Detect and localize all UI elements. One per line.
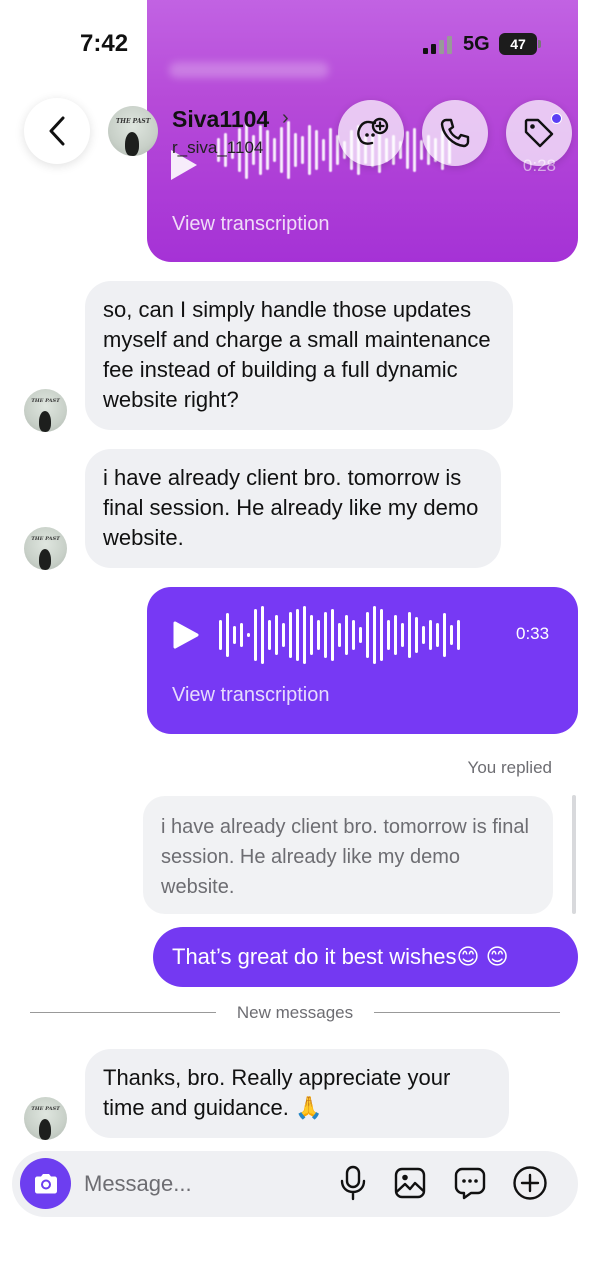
waveform-bar bbox=[226, 613, 229, 657]
waveform-bar bbox=[415, 617, 418, 653]
avatar-figure bbox=[39, 411, 51, 432]
waveform-bar bbox=[310, 615, 313, 655]
microphone-button[interactable] bbox=[334, 1164, 372, 1202]
avatar-text: THE PAST bbox=[31, 398, 60, 404]
gallery-button[interactable] bbox=[391, 1164, 429, 1202]
waveform-bar bbox=[324, 612, 327, 658]
battery-tip bbox=[538, 40, 541, 48]
avatar-text: THE PAST bbox=[115, 118, 151, 125]
phone-icon bbox=[440, 118, 470, 148]
reply-label: You replied bbox=[467, 758, 552, 777]
waveform-bar bbox=[457, 620, 460, 650]
waveform-bar bbox=[429, 620, 432, 650]
view-transcription-link[interactable]: View transcription bbox=[172, 684, 329, 707]
waveform-bar bbox=[401, 623, 404, 647]
signal-icon bbox=[423, 36, 452, 54]
waveform-bar bbox=[373, 606, 376, 664]
waveform-bar bbox=[352, 620, 355, 650]
waveform-bar bbox=[254, 609, 257, 661]
waveform-bar bbox=[345, 615, 348, 655]
avatar-text: THE PAST bbox=[31, 536, 60, 542]
waveform-bar bbox=[450, 625, 453, 645]
status-bar: 7:42 5G 47 bbox=[0, 0, 590, 90]
waveform-bar bbox=[338, 623, 341, 647]
game-controller-icon bbox=[357, 117, 389, 145]
camera-icon bbox=[34, 1173, 57, 1193]
contact-name[interactable]: Siva1104 bbox=[172, 106, 269, 133]
quoted-message[interactable]: i have already client bro. tomorrow is f… bbox=[143, 796, 553, 914]
received-message[interactable]: i have already client bro. tomorrow is f… bbox=[85, 449, 501, 568]
plus-icon bbox=[513, 1166, 547, 1200]
notification-dot bbox=[551, 113, 562, 124]
waveform-bar bbox=[296, 609, 299, 661]
waveform-bar bbox=[268, 620, 271, 650]
status-time: 7:42 bbox=[80, 30, 129, 57]
voice-waveform bbox=[219, 605, 460, 665]
waveform-bar bbox=[408, 612, 411, 658]
waveform-bar bbox=[303, 606, 306, 664]
tag-button[interactable] bbox=[506, 100, 572, 166]
back-icon bbox=[49, 116, 65, 146]
gallery-icon bbox=[394, 1167, 426, 1199]
avatar-figure bbox=[39, 549, 51, 570]
chevron-right-icon[interactable]: › bbox=[282, 107, 289, 130]
waveform-bar bbox=[289, 612, 292, 658]
message-text: Thanks, bro. Really appreciate your time… bbox=[103, 1065, 451, 1120]
avatar[interactable]: THE PAST bbox=[24, 389, 67, 432]
waveform-bar bbox=[233, 626, 236, 644]
waveform-bar bbox=[282, 623, 285, 647]
back-button[interactable] bbox=[24, 98, 90, 164]
sticker-button[interactable] bbox=[451, 1164, 489, 1202]
waveform-bar bbox=[219, 620, 222, 650]
avatar-figure bbox=[39, 1119, 51, 1140]
message-text: so, can I simply handle those updates my… bbox=[103, 297, 491, 412]
avatar-figure bbox=[125, 132, 139, 156]
avatar-text: THE PAST bbox=[31, 1106, 60, 1112]
game-button[interactable] bbox=[338, 100, 404, 166]
network-label: 5G bbox=[463, 33, 490, 55]
received-message[interactable]: Thanks, bro. Really appreciate your time… bbox=[85, 1049, 509, 1138]
waveform-bar bbox=[422, 626, 425, 644]
avatar[interactable]: THE PAST bbox=[24, 527, 67, 570]
waveform-bar bbox=[247, 633, 250, 637]
reply-indicator-bar bbox=[572, 795, 576, 914]
avatar[interactable]: THE PAST bbox=[108, 106, 158, 156]
sent-message[interactable]: That’s great do it best wishes😊 😊 bbox=[153, 927, 578, 987]
camera-button[interactable] bbox=[20, 1158, 71, 1209]
voice-duration: 0:33 bbox=[516, 624, 550, 643]
call-button[interactable] bbox=[422, 100, 488, 166]
waveform-bar bbox=[387, 620, 390, 650]
new-messages-label: New messages bbox=[236, 1003, 354, 1022]
waveform-bar bbox=[240, 623, 243, 647]
message-text: That’s great do it best wishes😊 😊 bbox=[172, 944, 509, 969]
message-input[interactable] bbox=[84, 1165, 324, 1203]
waveform-bar bbox=[380, 609, 383, 661]
sticker-message-icon bbox=[454, 1167, 486, 1200]
waveform-bar bbox=[394, 615, 397, 655]
waveform-bar bbox=[275, 615, 278, 655]
add-button[interactable] bbox=[511, 1164, 549, 1202]
view-transcription-link[interactable]: View transcription bbox=[172, 213, 329, 236]
waveform-bar bbox=[317, 620, 320, 650]
battery-icon: 47 bbox=[499, 33, 537, 55]
waveform-bar bbox=[331, 609, 334, 661]
avatar[interactable]: THE PAST bbox=[24, 1097, 67, 1140]
waveform-bar bbox=[443, 613, 446, 657]
waveform-bar bbox=[436, 623, 439, 647]
contact-handle: r_siva_1104 bbox=[172, 138, 264, 157]
waveform-bar bbox=[261, 606, 264, 664]
waveform-bar bbox=[366, 612, 369, 658]
waveform-bar bbox=[359, 627, 362, 643]
play-icon[interactable] bbox=[170, 620, 200, 650]
received-message[interactable]: so, can I simply handle those updates my… bbox=[85, 281, 513, 430]
quoted-text: i have already client bro. tomorrow is f… bbox=[161, 816, 529, 898]
microphone-icon bbox=[340, 1165, 366, 1201]
message-text: i have already client bro. tomorrow is f… bbox=[103, 465, 479, 550]
